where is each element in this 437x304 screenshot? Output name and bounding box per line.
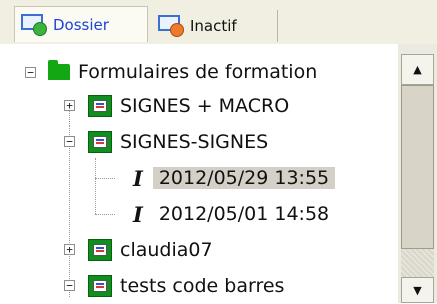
- collapse-toggle[interactable]: −: [64, 280, 75, 291]
- root-collapse-toggle[interactable]: −: [25, 67, 36, 78]
- tree-item-root[interactable]: Formulaires de formation: [48, 54, 317, 90]
- expand-toggle[interactable]: +: [64, 244, 75, 255]
- italic-i-icon: I: [133, 165, 143, 191]
- tab-inactif[interactable]: Inactif: [152, 10, 278, 42]
- tree-item-version[interactable]: I 2012/05/29 13:55: [133, 160, 336, 196]
- tree-item-label: SIGNES-SIGNES: [120, 131, 269, 153]
- expand-toggle[interactable]: +: [64, 100, 75, 111]
- collapse-toggle[interactable]: −: [64, 136, 75, 147]
- vertical-scrollbar[interactable]: ▲ ▼: [398, 44, 437, 303]
- scroll-thumb[interactable]: [401, 85, 434, 249]
- tree-view[interactable]: − Formulaires de formation + SIGNES + MA…: [0, 44, 398, 303]
- scroll-up-button[interactable]: ▲: [401, 54, 434, 85]
- tree-item-label: SIGNES + MACRO: [120, 95, 290, 117]
- tree-item-label: tests code barres: [120, 275, 285, 297]
- monitor-green-icon: [21, 13, 47, 36]
- tree-connector: [95, 178, 115, 180]
- tree-item-claudia07[interactable]: claudia07: [88, 232, 213, 268]
- tab-dossier[interactable]: Dossier: [14, 6, 148, 42]
- form-icon: [88, 275, 112, 297]
- arrow-down-icon: ▼: [413, 283, 422, 297]
- tree-item-label: Formulaires de formation: [78, 61, 318, 83]
- folder-icon: [48, 60, 70, 80]
- form-icon: [88, 239, 112, 261]
- tab-inactif-label: Inactif: [190, 17, 237, 35]
- tab-dossier-label: Dossier: [53, 15, 109, 34]
- form-icon: [88, 131, 112, 153]
- arrow-up-icon: ▲: [413, 63, 422, 76]
- tree-item-signes-macro[interactable]: SIGNES + MACRO: [88, 88, 289, 124]
- scroll-track[interactable]: [401, 249, 434, 277]
- tree-connector: [95, 158, 97, 214]
- tree-item-label: 2012/05/01 14:58: [158, 203, 330, 225]
- tree-item-tests-code-barres[interactable]: tests code barres: [88, 268, 284, 304]
- scroll-down-button[interactable]: ▼: [401, 277, 434, 303]
- tree-item-version[interactable]: I 2012/05/01 14:58: [133, 196, 335, 232]
- tree-connector: [69, 126, 71, 297]
- tree-item-label-selected: 2012/05/29 13:55: [152, 167, 336, 189]
- tree-item-label: claudia07: [120, 239, 213, 261]
- tree-item-signes-signes[interactable]: SIGNES-SIGNES: [88, 124, 268, 160]
- form-icon: [88, 95, 112, 117]
- tab-strip: Dossier Inactif: [0, 0, 437, 44]
- monitor-orange-icon: [158, 15, 184, 37]
- tree-connector: [95, 214, 115, 216]
- italic-i-icon: I: [133, 201, 143, 227]
